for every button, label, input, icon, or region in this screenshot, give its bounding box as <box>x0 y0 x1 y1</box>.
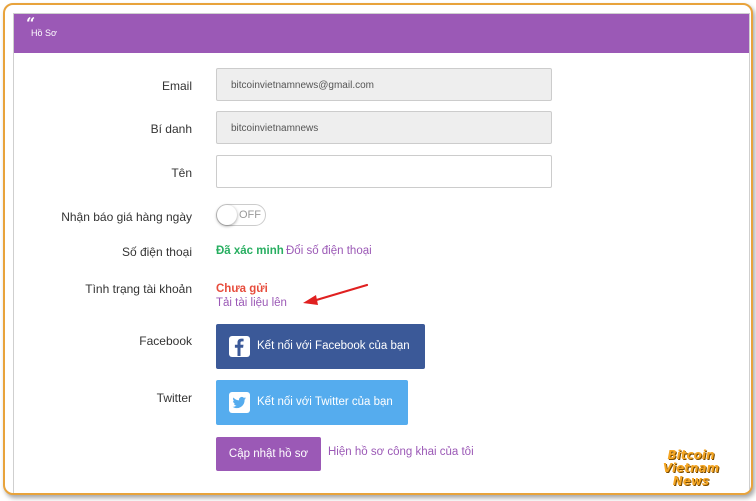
panel-title: Hồ Sơ <box>31 28 57 38</box>
show-public-profile-link[interactable]: Hiện hồ sơ công khai của tôi <box>328 446 474 458</box>
toggle-knob <box>217 205 237 225</box>
account-status-label: Tình trạng tài khoản <box>85 282 192 296</box>
facebook-label: Facebook <box>139 334 192 348</box>
watermark-logo: Bitcoin Vietnam News <box>641 449 741 488</box>
phone-verified-status: Đã xác minh <box>216 245 284 257</box>
twitter-label: Twitter <box>156 391 192 405</box>
email-label: Email <box>161 79 192 93</box>
update-profile-button[interactable]: Cập nhật hồ sơ <box>216 437 321 471</box>
account-status-value: Chưa gửi <box>216 283 268 295</box>
nickname-field: bitcoinvietnamnews <box>216 111 552 144</box>
toggle-state-text: OFF <box>239 209 261 221</box>
watermark-line-2: News <box>672 474 710 488</box>
change-phone-link[interactable]: Đổi số điện thoại <box>286 245 372 257</box>
connect-facebook-button[interactable]: Kết nối với Facebook của bạn <box>216 324 425 369</box>
facebook-icon <box>229 336 250 357</box>
nickname-label: Bí danh <box>150 122 192 136</box>
panel-header: “ Hồ Sơ <box>14 14 749 53</box>
daily-quote-toggle[interactable]: OFF <box>216 204 266 226</box>
name-label: Tên <box>171 166 192 180</box>
name-field[interactable] <box>216 155 552 188</box>
connect-twitter-button[interactable]: Kết nối với Twitter của bạn <box>216 380 408 425</box>
upload-documents-link[interactable]: Tải tài liệu lên <box>216 297 287 309</box>
daily-quote-label: Nhận báo giá hàng ngày <box>61 210 192 224</box>
profile-panel: “ Hồ Sơ Email bitcoinvietnamnews@gmail.c… <box>13 13 750 493</box>
annotation-arrow-icon <box>303 283 369 305</box>
twitter-button-label: Kết nối với Twitter của bạn <box>257 396 393 408</box>
twitter-icon <box>229 392 250 413</box>
watermark-line-1: Bitcoin Vietnam <box>662 448 720 475</box>
email-field: bitcoinvietnamnews@gmail.com <box>216 68 552 101</box>
screenshot-frame: “ Hồ Sơ Email bitcoinvietnamnews@gmail.c… <box>3 3 753 495</box>
phone-label: Số điện thoại <box>121 245 192 259</box>
facebook-button-label: Kết nối với Facebook của bạn <box>257 340 410 352</box>
